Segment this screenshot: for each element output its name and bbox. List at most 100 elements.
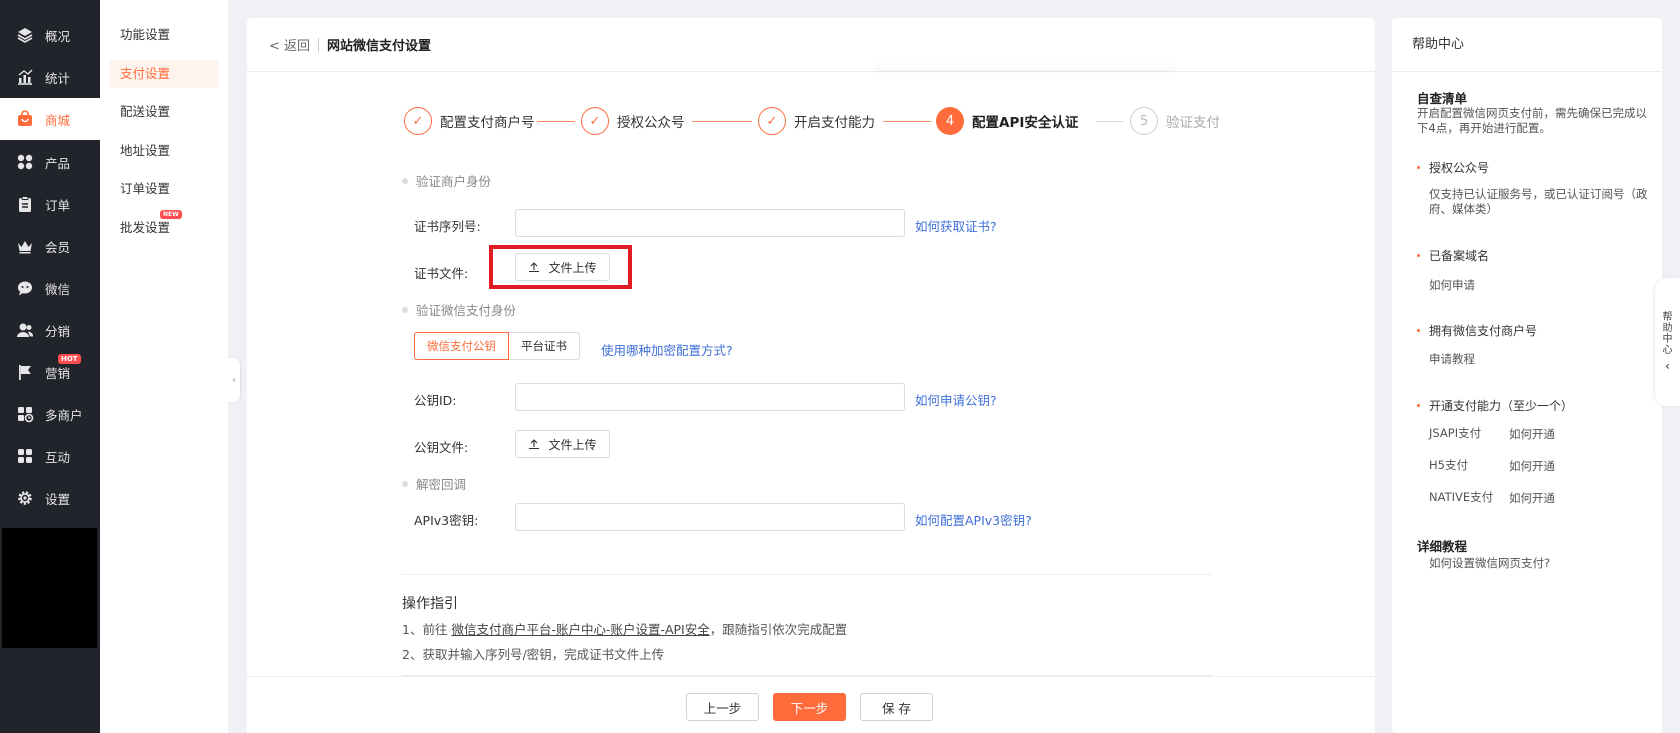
- shop-bag-icon: [16, 110, 34, 128]
- sidebar-item-members[interactable]: 会员: [0, 225, 100, 267]
- guide-text: 1、前往: [402, 622, 452, 637]
- which-encryption-link[interactable]: 使用哪种加密配置方式?: [601, 340, 733, 359]
- how-apply-pubkey-link[interactable]: 如何申请公钥?: [915, 390, 997, 409]
- bullet-dot: [1417, 404, 1420, 407]
- save-button[interactable]: 保 存: [860, 693, 933, 721]
- how-setup-web-pay-link[interactable]: 如何设置微信网页支付?: [1429, 555, 1550, 571]
- guide-step-2: 2、获取并输入序列号/密钥，完成证书文件上传: [402, 647, 665, 662]
- step-connector: [537, 121, 575, 122]
- submenu-item-order[interactable]: 订单设置: [110, 175, 218, 203]
- apply-tutorial-link[interactable]: 申请教程: [1429, 351, 1475, 367]
- sidebar-item-marketing[interactable]: 营销 HOT: [0, 351, 100, 393]
- main-sidebar: 概况 统计 商城 产品 订单 会员 微信 分销 营销 HOT 多商户 互动 设置: [0, 0, 100, 733]
- submenu-item-label: 批发设置: [120, 220, 171, 235]
- step-label: 验证支付: [1166, 115, 1220, 131]
- section-title-text: 验证微信支付身份: [416, 303, 517, 318]
- layers-icon: [16, 26, 34, 44]
- authorize-desc: 仅支持已认证服务号，或已认证订阅号（政府、媒体类）: [1429, 187, 1648, 216]
- pubkey-file-label: 公钥文件:: [414, 440, 469, 455]
- bullet-dot: [1417, 329, 1420, 332]
- upload-label: 文件上传: [548, 260, 597, 275]
- step-connector: [1096, 121, 1124, 122]
- help-center-side-tab[interactable]: 帮助中心 ‹: [1655, 278, 1680, 406]
- help-center-panel: 帮助中心 自查清单 开启配置微信网页支付前，需先确保已完成以下4点，再开始进行配…: [1392, 18, 1662, 733]
- how-config-apiv3-link[interactable]: 如何配置APIv3密钥?: [915, 510, 1032, 529]
- encryption-mode-toggle: 微信支付公钥 平台证书: [414, 332, 580, 360]
- how-enable-h5-link[interactable]: 如何开通: [1509, 458, 1555, 474]
- sidebar-item-label: 订单: [45, 197, 71, 213]
- step-label: 开启支付能力: [794, 115, 875, 131]
- bullet-text: 已备案域名: [1429, 249, 1490, 263]
- pubkey-upload-button[interactable]: 文件上传: [515, 430, 610, 458]
- submenu-item-function[interactable]: 功能设置: [110, 21, 218, 49]
- apiv3-key-input[interactable]: [515, 503, 905, 531]
- secondary-menu: 功能设置 支付设置 配送设置 地址设置 订单设置 批发设置 NEW: [100, 0, 228, 733]
- submenu-item-wholesale[interactable]: 批发设置 NEW: [110, 210, 218, 242]
- submenu-item-payment[interactable]: 支付设置: [110, 60, 218, 88]
- bullet-dot: [1417, 166, 1420, 169]
- collapse-sidebar-toggle[interactable]: ‹: [228, 358, 240, 402]
- submenu-item-delivery[interactable]: 配送设置: [110, 98, 218, 126]
- sidebar-item-multi-merchant[interactable]: 多商户: [0, 393, 100, 435]
- pubkey-id-label: 公钥ID:: [414, 393, 457, 408]
- sidebar-item-label: 分销: [45, 323, 71, 339]
- seg-option-public-key[interactable]: 微信支付公钥: [414, 332, 509, 360]
- main-panel: < 返回 网站微信支付设置 ✓ 配置支付商户号 ✓ 授权公众号 ✓ 开启支付能力…: [247, 18, 1375, 733]
- back-link[interactable]: < 返回: [269, 35, 310, 54]
- checklist-item-authorize: 授权公众号: [1417, 159, 1489, 176]
- page-title: 网站微信支付设置: [327, 39, 432, 54]
- submenu-item-address[interactable]: 地址设置: [110, 137, 218, 165]
- chevron-left-icon: ‹: [232, 374, 236, 386]
- new-badge: NEW: [160, 210, 182, 219]
- stepper: ✓ 配置支付商户号 ✓ 授权公众号 ✓ 开启支付能力 4 配置API安全认证 5…: [404, 106, 1234, 138]
- checklist-item-domain: 已备案域名: [1417, 247, 1489, 264]
- pay-type-jsapi: JSAPI支付: [1429, 426, 1482, 440]
- guide-step-1: 1、前往 微信支付商户平台-账户中心-账户设置-API安全，跟随指引依次完成配置: [402, 619, 847, 638]
- pay-type-native: NATIVE支付: [1429, 490, 1494, 504]
- section-divider: [402, 574, 1212, 575]
- upload-icon: [529, 262, 540, 273]
- chevron-left-icon: ‹: [1665, 359, 1670, 373]
- sidebar-item-wechat[interactable]: 微信: [0, 267, 100, 309]
- pubkey-id-input[interactable]: [515, 383, 905, 411]
- sidebar-item-label: 统计: [45, 70, 71, 86]
- step-number: 4: [936, 107, 964, 135]
- step-1: ✓ 配置支付商户号: [404, 106, 535, 136]
- sidebar-item-products[interactable]: 产品: [0, 141, 100, 183]
- action-footer: 上一步 下一步 保 存: [247, 676, 1375, 733]
- flag-icon: [16, 363, 34, 381]
- cert-serial-input[interactable]: [515, 209, 905, 237]
- section-dot: [402, 177, 408, 184]
- how-get-cert-link[interactable]: 如何获取证书?: [915, 216, 997, 235]
- how-enable-native-link[interactable]: 如何开通: [1509, 490, 1555, 506]
- sidebar-item-interaction[interactable]: 互动: [0, 435, 100, 477]
- sidebar-item-orders[interactable]: 订单: [0, 183, 100, 225]
- cert-file-label: 证书文件:: [414, 266, 469, 281]
- hot-badge: HOT: [58, 354, 81, 364]
- step-label: 配置支付商户号: [440, 115, 535, 131]
- sidebar-item-stats[interactable]: 统计: [0, 56, 100, 98]
- sidebar-item-label: 微信: [45, 281, 71, 297]
- step-5: 5 验证支付: [1130, 106, 1220, 136]
- store-icon: [16, 405, 34, 423]
- sidebar-item-label: 设置: [45, 491, 71, 507]
- cert-upload-button[interactable]: 文件上传: [515, 253, 610, 281]
- sidebar-item-distribution[interactable]: 分销: [0, 309, 100, 351]
- sidebar-item-label: 会员: [45, 239, 71, 255]
- prev-step-button[interactable]: 上一步: [686, 693, 759, 721]
- bullet-dot: [1417, 254, 1420, 257]
- how-apply-domain-link[interactable]: 如何申请: [1429, 277, 1475, 293]
- sidebar-item-mall[interactable]: 商城: [0, 98, 100, 140]
- merchant-platform-link[interactable]: 微信支付商户平台-账户中心-账户设置-API安全: [451, 622, 709, 637]
- step-label: 配置API安全认证: [972, 115, 1079, 131]
- next-step-button[interactable]: 下一步: [773, 693, 846, 721]
- how-enable-jsapi-link[interactable]: 如何开通: [1509, 426, 1555, 442]
- bullet-text: 授权公众号: [1429, 161, 1490, 175]
- sidebar-item-label: 营销: [45, 365, 71, 381]
- sidebar-item-settings[interactable]: 设置: [0, 477, 100, 519]
- sidebar-item-overview[interactable]: 概况: [0, 14, 100, 56]
- bullet-text: 开通支付能力（至少一个）: [1429, 399, 1574, 413]
- checklist-title: 自查清单: [1417, 91, 1468, 106]
- sidebar-item-label: 互动: [45, 449, 71, 465]
- seg-option-platform-cert[interactable]: 平台证书: [509, 332, 580, 360]
